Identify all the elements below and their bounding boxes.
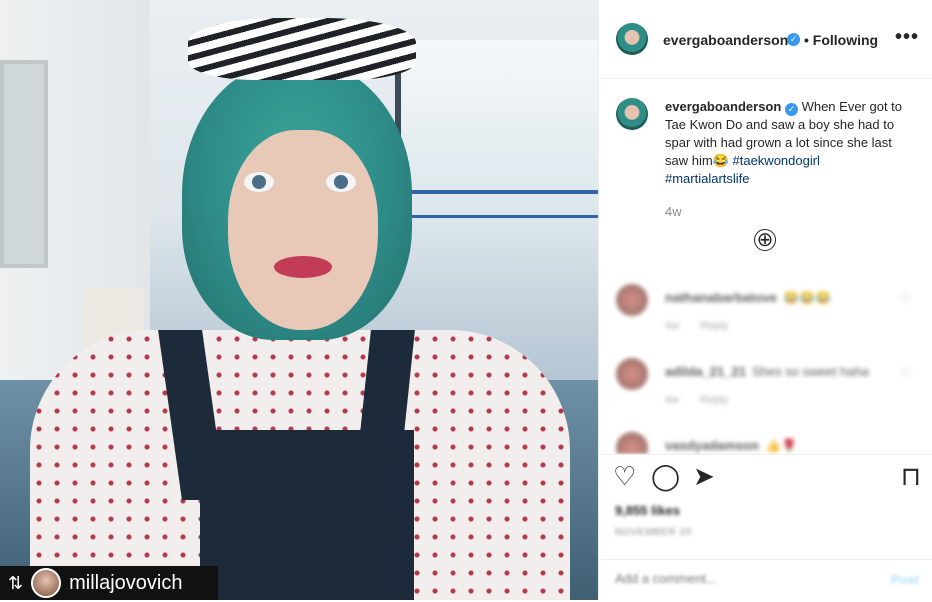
railing-lower [395,215,598,218]
comment-item: nathanabarbatove 😂😂😂 4w Reply ♡ [599,278,932,350]
author-avatar[interactable] [616,23,648,55]
repost-icon: ⇅ [8,572,24,593]
repost-avatar [31,568,62,598]
window [395,40,598,240]
repost-watermark: ⇅ millajovovich [0,566,218,600]
comment-meta: 4w Reply [665,394,746,406]
reply-button[interactable]: Reply [700,394,728,406]
comment-text: adilda_21_21 Shes so sweet haha [665,364,869,379]
comment-icon[interactable]: ◯ [651,463,680,489]
comment-age: 4w [665,320,680,332]
railing [395,190,598,194]
share-send-icon[interactable]: ➤ [693,463,715,489]
post-sidebar: evergaboanderson ✓ • Following ••• everg… [598,0,932,601]
comment-meta: 4w Reply [665,320,746,332]
comment-item: adilda_21_21 Shes so sweet haha 4w Reply … [599,352,932,424]
load-more-comments-icon[interactable]: ⊕ [754,229,776,251]
add-comment-input[interactable] [613,570,857,587]
instagram-post-page: ⇅ millajovovich evergaboanderson ✓ • Fol… [0,0,932,601]
post-time: 4w [665,204,682,219]
caption-verified-icon: ✓ [784,103,798,116]
lips [274,256,332,278]
overalls [200,430,414,600]
caption-text: evergaboanderson ✓ When Ever got to Tae … [665,98,915,188]
comment-body: Shes so sweet haha [751,364,870,379]
comment-body: 👍🌹 [764,438,798,453]
comment-like-icon[interactable]: ♡ [900,292,911,306]
post-comment-button[interactable]: Post [891,572,919,587]
author-username[interactable]: evergaboanderson [663,32,788,48]
comment-avatar[interactable] [616,284,648,316]
comment-text: nathanabarbatove 😂😂😂 [665,290,832,306]
hashtag-link[interactable]: #martialartslife [665,171,750,186]
comment-username[interactable]: vasdyadamson [665,438,759,453]
comment-like-icon[interactable]: ♡ [900,366,911,380]
comment-username[interactable]: nathanabarbatove [665,290,777,305]
reply-button[interactable]: Reply [700,320,728,332]
striped-hair-bow [188,18,416,80]
post-header: evergaboanderson ✓ • Following ••• [599,0,932,79]
following-button[interactable]: • Following [804,32,878,48]
post-actions: ♡ ◯ ➤ ⊓ 9,855 likes NOVEMBER 20 Post [599,454,932,601]
caption-username[interactable]: evergaboanderson [665,99,781,114]
post-image[interactable]: ⇅ millajovovich [0,0,598,600]
more-options-icon[interactable]: ••• [895,26,919,49]
caption-avatar[interactable] [616,98,648,130]
eye-right [326,172,356,192]
verified-badge-icon: ✓ [787,33,800,46]
likes-count[interactable]: 9,855 likes [615,503,680,518]
comment-item: vasdyadamson 👍🌹 [599,426,932,454]
comment-avatar[interactable] [616,358,648,390]
door [0,60,48,268]
comment-text: vasdyadamson 👍🌹 [665,438,797,454]
face [228,130,378,330]
add-comment-bar: Post [599,559,932,602]
comment-body: 😂😂😂 [782,290,832,305]
comment-username[interactable]: adilda_21_21 [665,364,746,379]
save-bookmark-icon[interactable]: ⊓ [901,463,921,489]
comment-age: 4w [665,394,680,406]
like-heart-icon[interactable]: ♡ [613,463,636,489]
comment-avatar[interactable] [616,432,648,454]
post-date: NOVEMBER 20 [615,527,692,538]
repost-username: millajovovich [69,571,183,594]
hashtag-link[interactable]: #taekwondogirl [733,153,820,168]
eye-left [244,172,274,192]
